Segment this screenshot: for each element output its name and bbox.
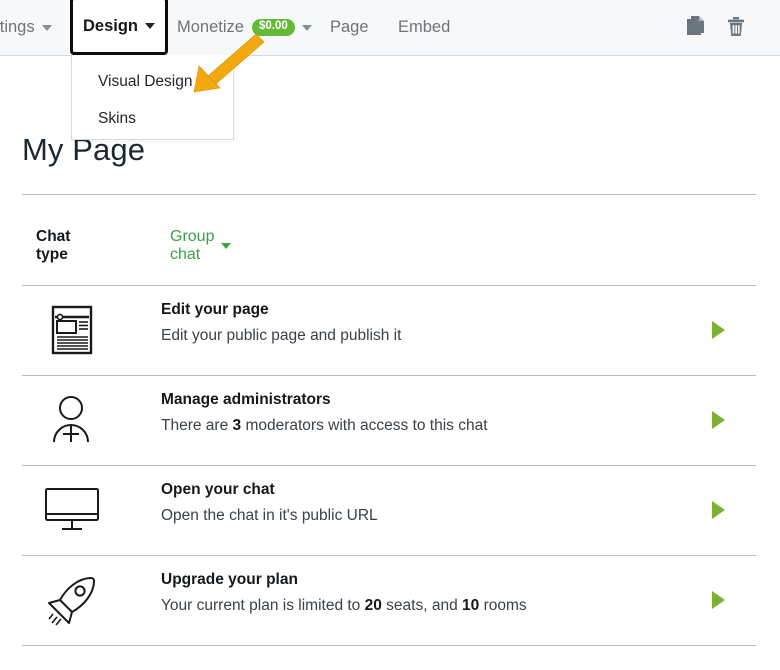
nav-item-monetize[interactable]: Monetize $0.00 xyxy=(177,0,312,55)
feature-text: Upgrade your plan Your current plan is l… xyxy=(161,571,527,615)
nav-item-monetize-label: Monetize xyxy=(177,18,244,37)
desc-part: There are xyxy=(161,417,233,434)
newspaper-icon-glyph xyxy=(51,305,93,355)
nav-item-settings-label: ettings xyxy=(0,18,35,37)
chevron-right-icon[interactable] xyxy=(712,501,725,519)
feature-title: Upgrade your plan xyxy=(161,571,527,590)
trash-icon[interactable] xyxy=(721,12,751,42)
feature-description: Edit your public page and publish it xyxy=(161,327,401,346)
nav-item-page-label: Page xyxy=(330,18,369,37)
desc-part: rooms xyxy=(479,597,526,614)
chat-type-label: Chat type xyxy=(36,228,70,264)
monitor-icon xyxy=(42,481,102,539)
chevron-right-icon[interactable] xyxy=(712,321,725,339)
nav-item-embed-label: Embed xyxy=(398,18,450,37)
newspaper-icon xyxy=(42,301,102,359)
feature-title: Open your chat xyxy=(161,481,378,500)
desc-part: moderators with access to this chat xyxy=(241,417,487,434)
menu-item-skins[interactable]: Skins xyxy=(72,100,233,137)
chevron-right-icon[interactable] xyxy=(712,411,725,429)
rocket-icon xyxy=(42,571,102,629)
desc-part: seats, and xyxy=(382,597,462,614)
chat-type-dropdown[interactable]: Group chat xyxy=(170,228,231,264)
desc-bold-value: 10 xyxy=(462,597,479,614)
chevron-right-icon[interactable] xyxy=(712,591,725,609)
desc-bold-value: 3 xyxy=(233,417,242,434)
design-dropdown-menu: Visual Design Skins xyxy=(71,55,234,140)
add-person-icon xyxy=(42,391,102,449)
nav-item-design[interactable]: Design xyxy=(70,0,168,55)
divider xyxy=(22,194,756,195)
copy-icon-glyph xyxy=(685,15,707,39)
desc-bold-value: 20 xyxy=(365,597,382,614)
trash-icon-glyph xyxy=(725,15,747,39)
menu-item-skins-label: Skins xyxy=(98,110,136,128)
feature-row-edit-your-page[interactable]: Edit your page Edit your public page and… xyxy=(0,285,780,375)
feature-row-open-your-chat[interactable]: Open your chat Open the chat in it's pub… xyxy=(0,465,780,555)
monitor-icon-glyph xyxy=(44,487,100,533)
desc-part: Your current plan is limited to xyxy=(161,597,365,614)
feature-description: Your current plan is limited to 20 seats… xyxy=(161,597,527,616)
feature-description: Open the chat in it's public URL xyxy=(161,507,378,526)
feature-row-upgrade-your-plan[interactable]: Upgrade your plan Your current plan is l… xyxy=(0,555,780,645)
feature-text: Open your chat Open the chat in it's pub… xyxy=(161,481,378,525)
nav-item-page[interactable]: Page xyxy=(330,0,369,55)
feature-title: Manage administrators xyxy=(161,391,488,410)
nav-item-settings[interactable]: ettings xyxy=(0,0,52,55)
menu-item-visual-design[interactable]: Visual Design xyxy=(72,63,233,100)
chevron-down-icon xyxy=(221,243,231,249)
chevron-down-icon xyxy=(42,25,52,31)
menu-item-visual-design-label: Visual Design xyxy=(98,73,193,91)
divider xyxy=(22,645,756,646)
monetize-amount-badge: $0.00 xyxy=(252,19,295,36)
feature-title: Edit your page xyxy=(161,301,401,320)
chevron-down-icon xyxy=(145,23,155,29)
add-person-icon-glyph xyxy=(47,394,97,446)
chevron-down-icon xyxy=(302,25,312,31)
desc-part: Edit your public page and publish it xyxy=(161,327,401,344)
chat-type-value-label: Group chat xyxy=(170,228,214,264)
rocket-icon-glyph xyxy=(45,573,99,627)
feature-text: Manage administrators There are 3 modera… xyxy=(161,391,488,435)
nav-item-design-label: Design xyxy=(83,17,138,36)
feature-description: There are 3 moderators with access to th… xyxy=(161,417,488,436)
feature-row-manage-administrators[interactable]: Manage administrators There are 3 modera… xyxy=(0,375,780,465)
feature-text: Edit your page Edit your public page and… xyxy=(161,301,401,345)
desc-part: Open the chat in it's public URL xyxy=(161,507,378,524)
nav-item-embed[interactable]: Embed xyxy=(398,0,450,55)
copy-icon[interactable] xyxy=(681,12,711,42)
